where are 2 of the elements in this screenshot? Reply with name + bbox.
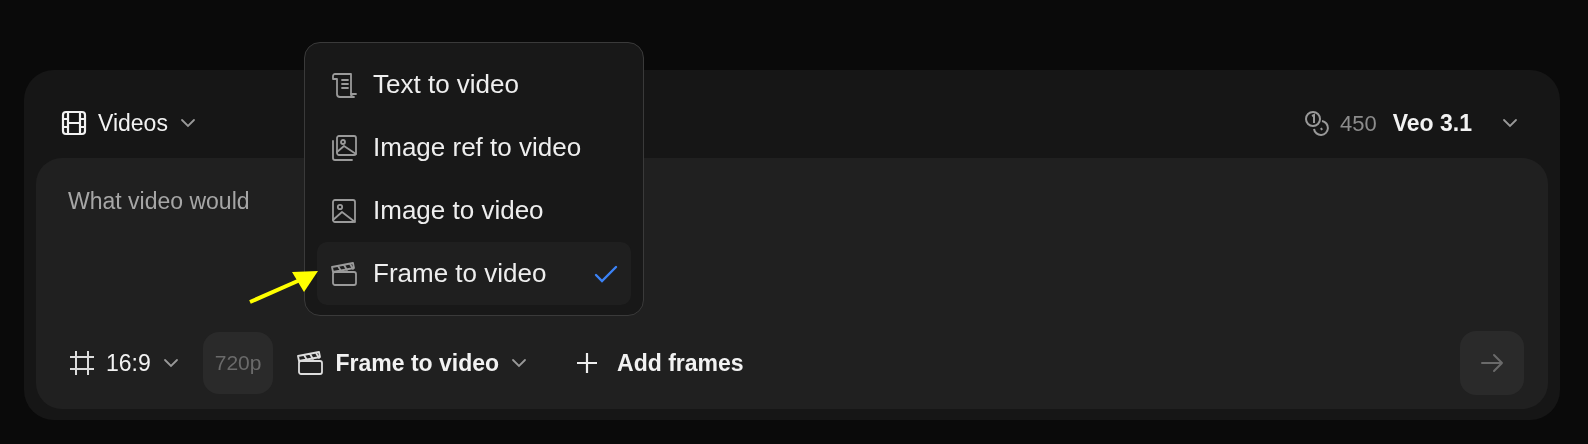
media-type-label: Videos xyxy=(98,108,168,138)
credits-count: 450 xyxy=(1340,109,1377,138)
